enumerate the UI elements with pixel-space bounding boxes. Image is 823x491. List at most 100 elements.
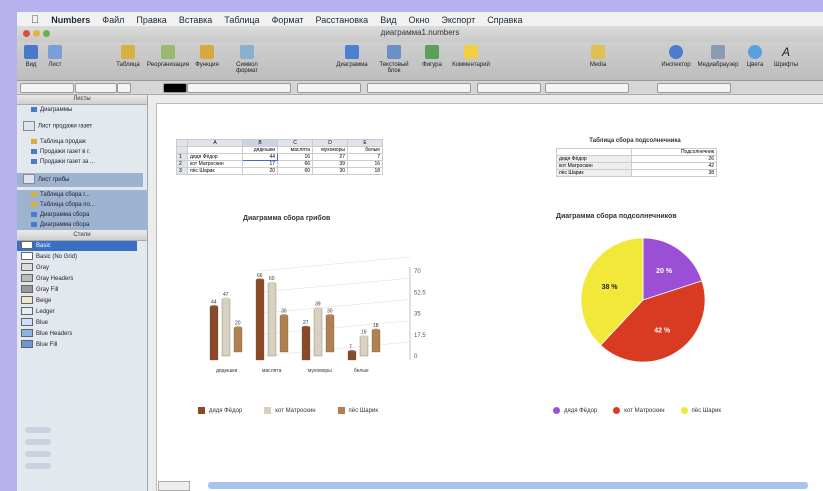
style-gray-fill[interactable]: Gray Fill [17,285,137,295]
sidebar-control[interactable] [25,451,51,457]
sidebar-item-sales-table[interactable]: Таблица продаж [17,137,151,147]
app-menu[interactable]: Numbers [51,15,90,25]
sidebar-item-charts[interactable]: Диаграммы [17,105,151,115]
table-cell[interactable]: 17 [242,160,278,168]
bar[interactable] [221,298,231,357]
menu-view[interactable]: Вид [380,15,396,25]
style-beige[interactable]: Beige [17,296,137,306]
table-cell[interactable]: 18 [347,167,383,175]
table-cell[interactable]: 39 [312,160,348,168]
row-header[interactable]: 3 [176,167,188,175]
sidebar-control[interactable] [25,439,51,445]
table-cell[interactable]: 20 [242,167,278,175]
table-cell[interactable]: кот Матроскин [187,160,243,168]
table-cell[interactable]: Подсолнечник [631,148,717,156]
mushroom-table[interactable]: A B C D E дядюшки маслята мухоморы белые… [176,139,383,175]
function-button[interactable]: Функция [193,45,221,68]
menu-export[interactable]: Экспорт [441,15,475,25]
row-header[interactable] [176,146,188,154]
bar[interactable] [313,308,323,357]
cell-format-controls[interactable] [297,83,361,93]
font-style-select[interactable] [75,83,117,93]
sunflower-pie-chart[interactable]: 20 % 42 % 38 % [573,230,713,370]
fonts-button[interactable]: A Шрифты [771,45,801,68]
sheet-canvas[interactable]: A B C D E дядюшки маслята мухоморы белые… [148,95,823,491]
style-blue-headers[interactable]: Blue Headers [17,329,137,339]
bar[interactable] [325,315,335,353]
colors-button[interactable]: Цвета [743,45,767,68]
table-cell[interactable]: 26 [631,155,717,163]
bar[interactable] [279,315,289,353]
sidebar-control[interactable] [25,427,51,433]
bar[interactable] [255,279,265,361]
menu-format[interactable]: Формат [272,15,304,25]
sidebar-item-mushroom-table[interactable]: Таблица сбора г... [17,190,151,200]
menu-insert[interactable]: Вставка [179,15,212,25]
menu-window[interactable]: Окно [408,15,429,25]
table-cell[interactable]: 42 [631,162,717,170]
bar[interactable] [301,327,311,361]
sidebar-item-mushroom-chart[interactable]: Диаграмма сбора [17,210,151,220]
bar[interactable] [359,336,369,357]
sheet-button[interactable]: Лист [45,45,65,68]
sidebar-item-sales-chart-1[interactable]: Продажи газет в г. [17,147,151,157]
horizontal-scrollbar[interactable] [208,482,808,489]
menu-edit[interactable]: Правка [136,15,166,25]
inspector-button[interactable]: Инспектор [661,45,691,68]
table-cell[interactable]: кот Матроскин [556,162,632,170]
table-cell[interactable]: 60 [277,167,313,175]
style-blue[interactable]: Blue [17,318,137,328]
table-cell[interactable]: пёс Шарик [187,167,243,175]
format-symbol-button[interactable]: Символ формат [225,45,269,74]
table-cell[interactable] [187,146,243,154]
font-family-select[interactable] [20,83,74,93]
bar[interactable] [371,329,381,353]
table-cell[interactable]: 16 [347,160,383,168]
textbox-button[interactable]: Текстовый блок [373,45,415,74]
chart-button[interactable]: Диаграмма [335,45,369,68]
text-align-buttons[interactable] [187,83,291,93]
table-cell[interactable]: 7 [347,153,383,161]
sidebar-item-sunflower-table[interactable]: Таблица сбора по... [17,200,151,210]
fill-controls[interactable] [545,83,629,93]
table-cell[interactable]: 16 [277,153,313,161]
media-browser-button[interactable]: Медиабраузер [697,45,739,68]
sidebar-item-sunflower-chart[interactable]: Диаграмма сбора [17,220,151,230]
style-gray[interactable]: Gray [17,263,137,273]
sunflower-table[interactable]: Подсолнечник дядя Фёдор 26 кот Матроскин… [556,148,717,177]
table-cell[interactable]: 30 [312,167,348,175]
view-button[interactable]: Вид [21,45,41,68]
col-header-b[interactable]: B [242,139,278,147]
col-header-e[interactable]: E [347,139,383,147]
table-cell[interactable]: белые [347,146,383,154]
table-cell[interactable]: 44 [242,153,278,161]
apple-icon[interactable]:  [31,14,39,26]
reorganize-button[interactable]: Реорганизация [147,45,189,68]
row-header[interactable]: 2 [176,160,188,168]
bar[interactable] [233,327,243,353]
style-gray-headers[interactable]: Gray Headers [17,274,137,284]
border-controls[interactable] [477,83,541,93]
table-cell[interactable] [556,148,632,156]
col-header-a[interactable]: A [187,139,243,147]
bar[interactable] [267,282,277,357]
style-ledger[interactable]: Ledger [17,307,137,317]
col-header-d[interactable]: D [312,139,348,147]
table-cell[interactable]: пёс Шарик [556,169,632,177]
menu-help[interactable]: Справка [487,15,522,25]
media-button[interactable]: Media [583,45,613,68]
style-basic[interactable]: Basic [17,241,137,251]
style-blue-fill[interactable]: Blue Fill [17,340,137,350]
table-cell[interactable]: дядя Фёдор [556,155,632,163]
style-basic-no-grid[interactable]: Basic (No Grid) [17,252,137,262]
mushroom-bar-chart[interactable]: 0 17.5 35 52.5 70 44 47 20 дядюшки 66 60 30 маслята 2… [198,235,458,405]
wrap-controls[interactable] [657,83,731,93]
comment-button[interactable]: Комментарий [451,45,491,68]
table-cell[interactable]: 27 [312,153,348,161]
menu-file[interactable]: Файл [102,15,124,25]
sidebar-control[interactable] [25,463,51,469]
zoom-select[interactable] [158,481,190,491]
table-cell[interactable]: маслята [277,146,313,154]
table-cell[interactable]: мухоморы [312,146,348,154]
shape-button[interactable]: Фигура [417,45,447,68]
